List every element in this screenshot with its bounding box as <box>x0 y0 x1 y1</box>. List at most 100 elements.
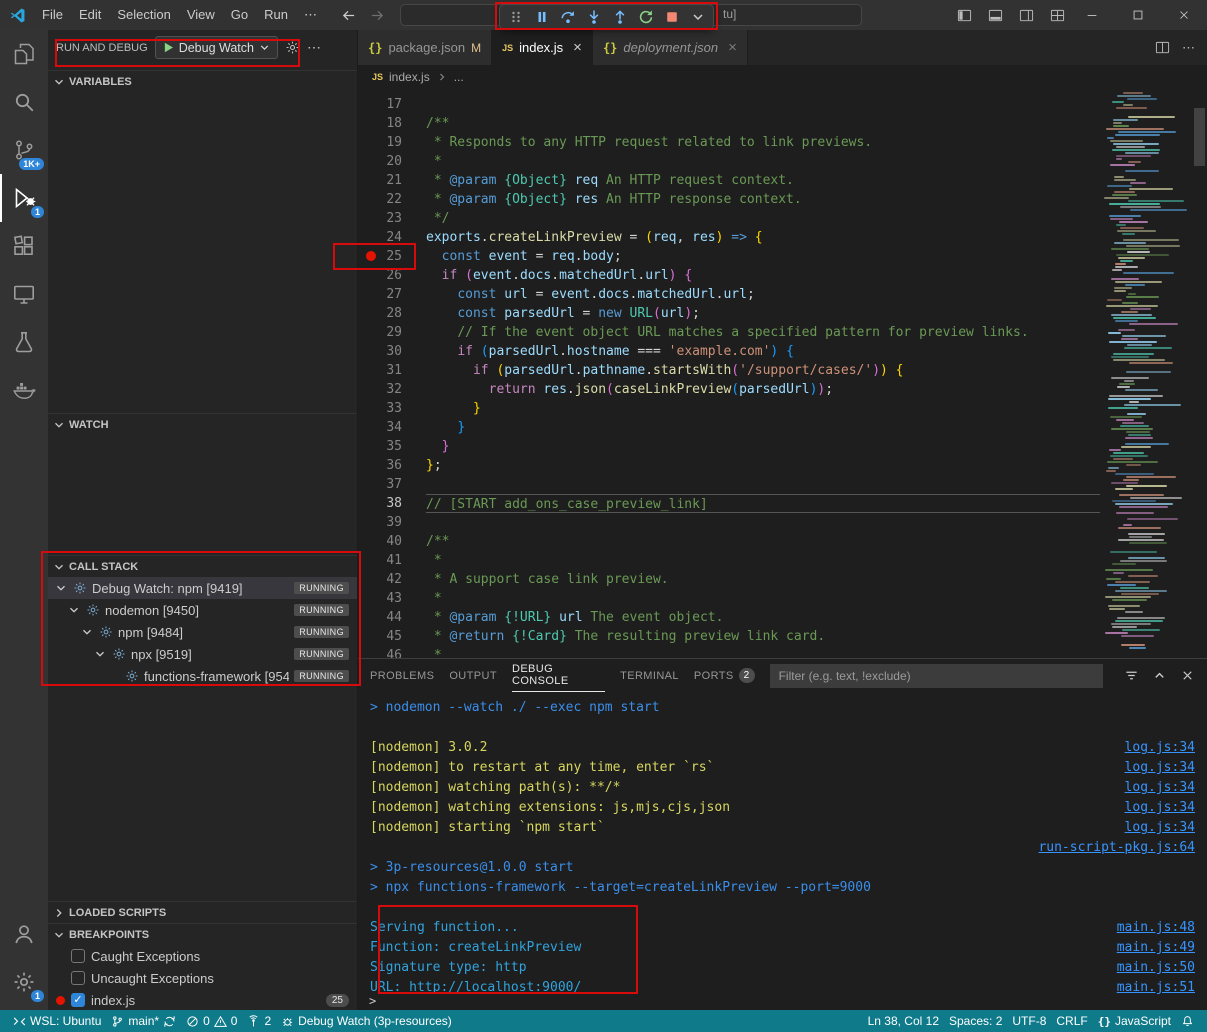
gutter[interactable]: 19 <box>358 133 426 152</box>
tab-index.js[interactable]: JSindex.js× <box>492 30 593 65</box>
code-line[interactable]: 38// [START add_ons_case_preview_link] <box>358 494 1100 513</box>
editor-more-actions[interactable]: ⋯ <box>1182 40 1195 56</box>
forward-arrow-icon[interactable] <box>370 8 385 23</box>
activity-testing[interactable] <box>0 318 48 366</box>
code-line[interactable]: 17 <box>358 95 1100 114</box>
breakpoint-checkbox[interactable] <box>71 949 85 963</box>
gutter[interactable]: 34 <box>358 418 426 437</box>
tab-deployment.json[interactable]: {}deployment.json× <box>593 30 748 65</box>
gutter[interactable]: 18 <box>358 114 426 133</box>
menu-file[interactable]: File <box>34 0 71 30</box>
gutter[interactable]: 33 <box>358 399 426 418</box>
panel-tab-output[interactable]: OUTPUT <box>449 659 497 692</box>
source-link[interactable]: log.js:34 <box>1125 818 1195 838</box>
gutter[interactable]: 44 <box>358 608 426 627</box>
launch-config-dropdown[interactable]: Debug Watch <box>155 36 278 59</box>
gutter[interactable]: 25 <box>358 247 426 266</box>
menu-run[interactable]: Run <box>256 0 296 30</box>
gutter[interactable]: 36 <box>358 456 426 475</box>
code-line[interactable]: 21 * @param {Object} req An HTTP request… <box>358 171 1100 190</box>
code-line[interactable]: 36}; <box>358 456 1100 475</box>
debug-console-input[interactable]: > <box>358 994 1207 1010</box>
stop-button[interactable] <box>659 5 684 29</box>
close-tab-button[interactable]: × <box>573 39 582 56</box>
gutter[interactable]: 30 <box>358 342 426 361</box>
gutter[interactable]: 35 <box>358 437 426 456</box>
gutter[interactable]: 45 <box>358 627 426 646</box>
remote-indicator[interactable]: WSL: Ubuntu <box>8 1010 106 1032</box>
code-line[interactable]: 29 // If the event object URL matches a … <box>358 323 1100 342</box>
eol[interactable]: CRLF <box>1051 1010 1092 1032</box>
code-line[interactable]: 46 * <box>358 646 1100 658</box>
forwarded-ports[interactable]: 2 <box>242 1010 276 1032</box>
section-loaded-scripts[interactable]: LOADED SCRIPTS <box>48 901 357 923</box>
maximize-panel-icon[interactable] <box>1152 668 1167 683</box>
layout-panel-icon[interactable] <box>988 8 1003 23</box>
split-editor-icon[interactable] <box>1155 40 1170 55</box>
panel-tab-debug-console[interactable]: DEBUG CONSOLE <box>512 659 605 692</box>
layout-sidebar-right-icon[interactable] <box>1019 8 1034 23</box>
code-line[interactable]: 40/** <box>358 532 1100 551</box>
gutter[interactable]: 20 <box>358 152 426 171</box>
code-line[interactable]: 45 * @return {!Card} The resulting previ… <box>358 627 1100 646</box>
activity-explorer[interactable] <box>0 30 48 78</box>
layout-grid-icon[interactable] <box>1050 8 1065 23</box>
activity-run-and-debug[interactable]: 1 <box>0 174 48 222</box>
panel-tab-problems[interactable]: PROBLEMS <box>370 659 434 692</box>
breakpoint-checkbox[interactable]: ✓ <box>71 993 85 1007</box>
panel-tab-ports[interactable]: PORTS2 <box>694 659 755 692</box>
minimap[interactable] <box>1100 89 1192 658</box>
close-panel-icon[interactable] <box>1180 668 1195 683</box>
code-line[interactable]: 20 * <box>358 152 1100 171</box>
call-stack-session[interactable]: nodemon [9450]RUNNING <box>48 599 357 621</box>
breadcrumb[interactable]: JS index.js ... <box>358 65 1207 89</box>
activity-accounts[interactable] <box>0 910 48 958</box>
debug-status[interactable]: Debug Watch (3p-resources) <box>276 1010 457 1032</box>
code-line[interactable]: 33 } <box>358 399 1100 418</box>
back-arrow-icon[interactable] <box>341 8 356 23</box>
gutter[interactable]: 39 <box>358 513 426 532</box>
code-line[interactable]: 44 * @param {!URL} url The event object. <box>358 608 1100 627</box>
maximize-button[interactable] <box>1115 0 1161 30</box>
section-watch[interactable]: WATCH <box>48 413 357 435</box>
editor-scrollbar[interactable] <box>1194 108 1205 166</box>
call-stack-session[interactable]: npm [9484]RUNNING <box>48 621 357 643</box>
code-line[interactable]: 37 <box>358 475 1100 494</box>
gutter[interactable]: 46 <box>358 646 426 658</box>
step-out-button[interactable] <box>607 5 632 29</box>
code-line[interactable]: 18/** <box>358 114 1100 133</box>
problems[interactable]: 00 <box>181 1010 242 1032</box>
gear-icon[interactable] <box>285 40 300 55</box>
call-stack-session[interactable]: npx [9519]RUNNING <box>48 643 357 665</box>
code-line[interactable]: 19 * Responds to any HTTP request relate… <box>358 133 1100 152</box>
activity-settings[interactable]: 1 <box>0 958 48 1006</box>
breadcrumb-more[interactable]: ... <box>454 70 464 84</box>
layout-sidebar-icon[interactable] <box>957 8 972 23</box>
console-options-icon[interactable] <box>1124 668 1139 683</box>
drag-handle[interactable] <box>503 5 528 29</box>
breakpoint-item[interactable]: Uncaught Exceptions <box>48 967 357 989</box>
section-breakpoints[interactable]: BREAKPOINTS <box>48 923 357 945</box>
code-line[interactable]: 31 if (parsedUrl.pathname.startsWith('/s… <box>358 361 1100 380</box>
code-line[interactable]: 42 * A support case link preview. <box>358 570 1100 589</box>
gutter[interactable]: 21 <box>358 171 426 190</box>
step-into-button[interactable] <box>581 5 606 29</box>
code-line[interactable]: 43 * <box>358 589 1100 608</box>
breakpoint-checkbox[interactable] <box>71 971 85 985</box>
activity-docker[interactable] <box>0 366 48 414</box>
activity-extensions[interactable] <box>0 222 48 270</box>
minimize-button[interactable] <box>1069 0 1115 30</box>
gutter[interactable]: 22 <box>358 190 426 209</box>
code-line[interactable]: 35 } <box>358 437 1100 456</box>
menu-edit[interactable]: Edit <box>71 0 109 30</box>
activity-search[interactable] <box>0 78 48 126</box>
pause-button[interactable] <box>529 5 554 29</box>
breakpoint-item[interactable]: Caught Exceptions <box>48 945 357 967</box>
source-link[interactable]: main.js:48 <box>1117 918 1195 938</box>
code-line[interactable]: 22 * @param {Object} res An HTTP respons… <box>358 190 1100 209</box>
gutter[interactable]: 17 <box>358 95 426 114</box>
gutter[interactable]: 26 <box>358 266 426 285</box>
close-tab-button[interactable]: × <box>728 39 737 56</box>
gutter[interactable]: 41 <box>358 551 426 570</box>
activity-remote-explorer[interactable] <box>0 270 48 318</box>
